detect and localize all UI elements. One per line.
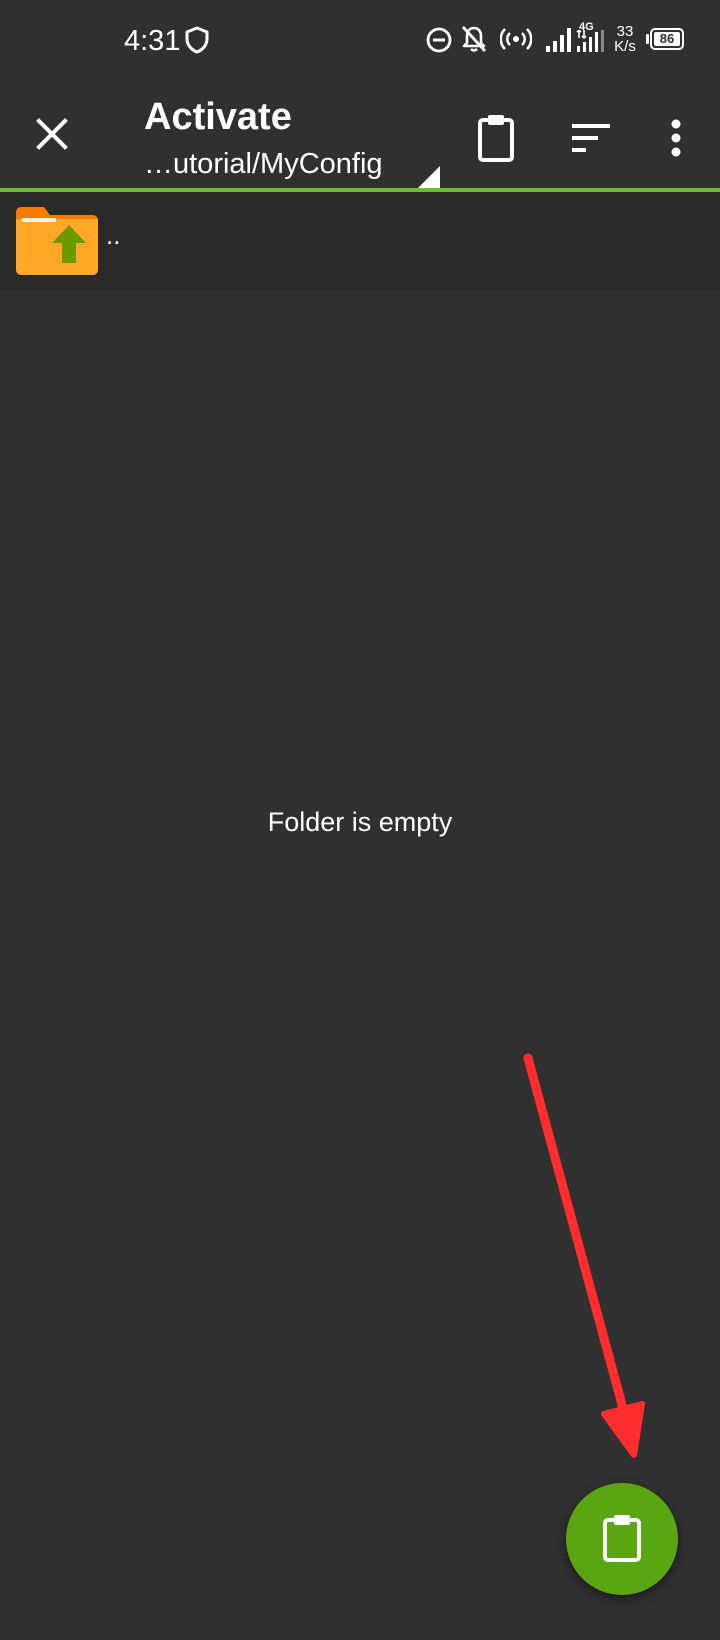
paste-button[interactable]: [466, 108, 526, 168]
shield-icon: [185, 26, 209, 54]
clipboard-icon: [478, 115, 514, 162]
network-speed-unit: K/s: [614, 38, 636, 55]
empty-folder-message: Folder is empty: [267, 807, 453, 837]
app-bar: Activate …utorial/MyConfig: [0, 82, 720, 188]
close-button[interactable]: [22, 104, 82, 164]
clipboard-icon: [603, 1515, 641, 1562]
dropdown-caret-icon: [418, 166, 440, 188]
more-options-button[interactable]: [652, 108, 700, 168]
current-path: …utorial/MyConfig: [144, 148, 383, 180]
folder-up-icon: [16, 207, 98, 275]
sort-button[interactable]: [562, 108, 622, 168]
signal-icon: [546, 28, 571, 52]
network-speed: 33 K/s: [608, 24, 642, 54]
signal-4g-icon: 4G: [576, 22, 606, 52]
bell-off-icon: [461, 26, 487, 52]
battery-icon: 86: [646, 28, 684, 50]
path-dropdown[interactable]: …utorial/MyConfig: [144, 144, 444, 188]
dnd-icon: [426, 27, 452, 53]
status-bar: 4:31 4G 33 K/s 86: [0, 0, 720, 82]
status-time: 4:31: [124, 25, 181, 57]
page-title: Activate: [144, 96, 292, 138]
more-vert-icon: [671, 119, 681, 157]
screen: 4:31 4G 33 K/s 86 Activate …utorial/MyCo…: [0, 0, 720, 1640]
paste-fab-button[interactable]: [566, 1483, 678, 1595]
parent-folder-label: ..: [106, 220, 121, 250]
sort-icon: [572, 124, 610, 152]
hotspot-icon: [500, 28, 532, 50]
battery-level: 86: [659, 31, 675, 46]
close-icon: [36, 118, 68, 150]
network-speed-value: 33: [616, 23, 634, 40]
